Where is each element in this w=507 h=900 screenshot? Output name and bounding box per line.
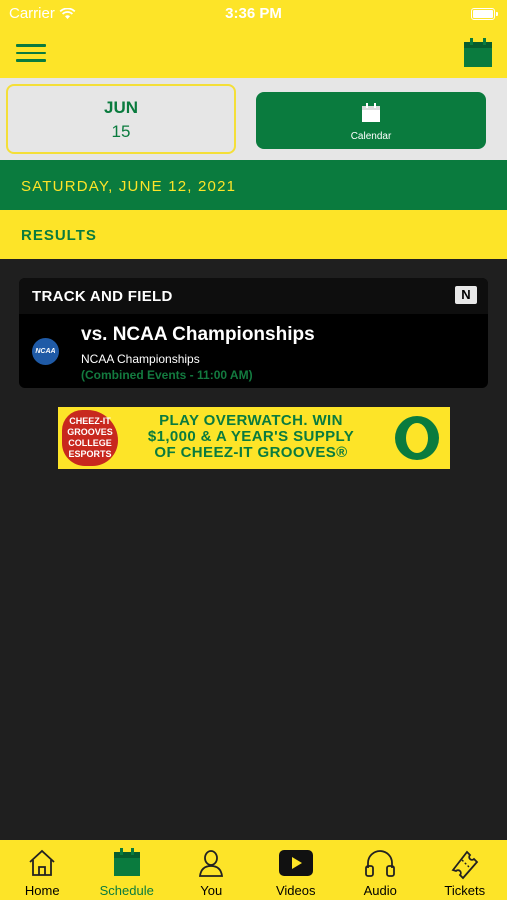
game-row[interactable]: NCAA vs. NCAA Championships NCAA Champio… <box>19 314 488 388</box>
clock: 3:36 PM <box>225 5 282 22</box>
tab-home[interactable]: Home <box>0 840 85 900</box>
date-day: 15 <box>111 122 131 141</box>
nav-bar <box>0 28 507 78</box>
tab-label-videos: Videos <box>275 883 316 898</box>
sport-label: TRACK AND FIELD <box>32 288 173 305</box>
ad-copy-line: PLAY OVERWATCH. WIN <box>159 412 343 429</box>
ad-badge-line: ESPORTS <box>68 449 112 459</box>
tab-label-audio: Audio <box>363 883 397 898</box>
play-icon <box>278 850 313 876</box>
ad-banner[interactable]: CHEEZ-IT GROOVES COLLEGE ESPORTS PLAY OV… <box>58 407 450 469</box>
tab-audio[interactable]: Audio <box>338 840 423 900</box>
ticket-icon <box>451 850 478 880</box>
home-icon <box>29 849 55 876</box>
calendar-button[interactable]: Calendar <box>256 92 486 149</box>
ad-badge-line: CHEEZ-IT <box>69 416 111 426</box>
event-card: TRACK AND FIELD N NCAA vs. NCAA Champion… <box>19 278 488 388</box>
tab-videos[interactable]: Videos <box>254 840 339 900</box>
game-detail: (Combined Events - 11:00 AM) <box>81 368 253 382</box>
calendar-icon <box>113 848 140 876</box>
cheezit-badge: CHEEZ-IT GROOVES COLLEGE ESPORTS <box>62 410 118 466</box>
event-card-header: TRACK AND FIELD N <box>19 278 488 314</box>
oregon-o-logo <box>395 416 439 460</box>
game-subtitle: NCAA Championships <box>81 352 200 366</box>
calendar-icon[interactable] <box>463 38 493 68</box>
calendar-button-label: Calendar <box>350 131 392 142</box>
ad-copy-line: $1,000 & A YEAR'S SUPPLY <box>147 428 355 445</box>
headphones-icon <box>365 850 396 877</box>
calendar-icon <box>362 103 380 122</box>
ad-copy: PLAY OVERWATCH. WIN $1,000 & A YEAR'S SU… <box>120 413 382 461</box>
section-header-text: RESULTS <box>21 227 97 244</box>
day-header: SATURDAY, JUNE 12, 2021 <box>0 160 507 210</box>
tab-schedule[interactable]: Schedule <box>85 840 170 900</box>
selected-date-chip[interactable]: JUN 15 <box>6 84 236 154</box>
ncaa-logo: NCAA <box>32 338 59 365</box>
ad-copy-line: OF CHEEZ-IT GROOVES® <box>154 444 348 461</box>
date-selector: JUN 15 Calendar <box>0 78 507 160</box>
tab-label-tickets: Tickets <box>444 883 486 898</box>
tab-tickets[interactable]: Tickets <box>423 840 507 900</box>
network-badge: N <box>455 286 477 304</box>
tab-label-schedule: Schedule <box>99 883 154 898</box>
section-header: RESULTS <box>0 210 507 259</box>
ad-badge-line: COLLEGE <box>68 438 112 448</box>
battery-icon <box>471 8 498 20</box>
day-header-text: SATURDAY, JUNE 12, 2021 <box>21 178 237 195</box>
tab-label-home: Home <box>24 883 60 898</box>
person-icon <box>199 850 224 877</box>
tab-you[interactable]: You <box>169 840 254 900</box>
game-title: vs. NCAA Championships <box>81 324 315 345</box>
tab-label-you: You <box>200 883 223 898</box>
menu-icon[interactable] <box>16 44 46 62</box>
status-bar: Carrier 3:36 PM <box>0 0 507 28</box>
tab-bar: Home Schedule You Videos Audio Tickets <box>0 840 507 900</box>
ad-badge-line: GROOVES <box>67 427 113 437</box>
date-month: JUN <box>103 98 138 117</box>
